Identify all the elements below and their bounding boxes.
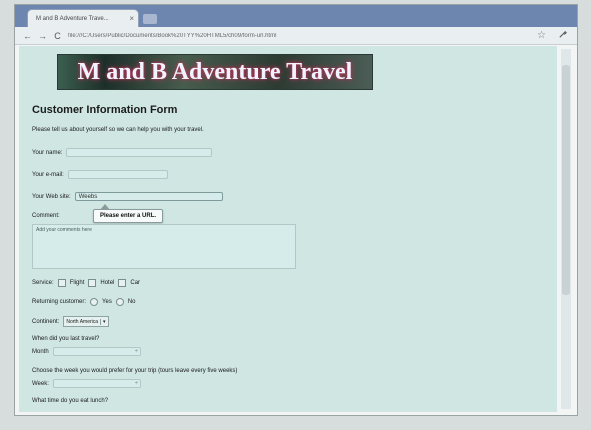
website-label: Your Web site:	[32, 193, 71, 200]
continent-select[interactable]: North America ▾	[63, 316, 109, 327]
week-spinner-icon[interactable]: ÷	[135, 381, 138, 387]
forward-button[interactable]: →	[38, 31, 47, 41]
last-travel-label: When did you last travel?	[32, 336, 100, 342]
reload-button[interactable]: C	[53, 31, 62, 41]
service-label: Service:	[32, 280, 54, 286]
close-icon[interactable]: ×	[129, 14, 134, 23]
scrollbar-thumb[interactable]	[562, 65, 570, 295]
month-spinner-icon[interactable]: ÷	[135, 349, 138, 355]
tab-m-and-b-adventure[interactable]: M and B Adventure Trave... ×	[27, 9, 139, 27]
name-input[interactable]	[66, 148, 213, 157]
returning-no-radio[interactable]	[115, 298, 124, 306]
week-input[interactable]	[52, 379, 141, 388]
star-icon[interactable]: ☆	[537, 30, 546, 41]
service-flight-checkbox[interactable]	[57, 279, 66, 287]
browser-window: M and B Adventure Trave... × ← → C file:…	[14, 4, 578, 416]
continent-label: Continent:	[32, 318, 60, 325]
name-label: Your name:	[32, 149, 63, 156]
validation-tooltip: Please enter a URL.	[93, 204, 164, 223]
page-heading: Customer Information Form	[32, 104, 178, 116]
email-input[interactable]	[67, 170, 168, 179]
lunch-question-label: What time do you eat lunch?	[32, 398, 109, 404]
website-input[interactable]: Weebs	[74, 192, 223, 201]
url-field[interactable]: file:///C:/Users/Public/Documents/Book%2…	[68, 33, 388, 39]
week-row: Week: ÷	[32, 379, 141, 388]
service-hotel-checkbox[interactable]	[88, 279, 97, 287]
email-label: Your e-mail:	[32, 171, 64, 178]
name-row: Your name:	[32, 148, 213, 157]
comment-label: Comment:	[32, 213, 60, 219]
continent-row: Continent: North America ▾	[32, 316, 109, 327]
returning-yes-label: Yes	[102, 299, 112, 305]
week-question-label: Choose the week you would prefer for you…	[32, 368, 238, 374]
service-flight-label: Flight	[69, 280, 85, 286]
returning-row: Returning customer: Yes No	[32, 298, 136, 306]
month-label: Month	[32, 348, 49, 355]
returning-yes-radio[interactable]	[90, 298, 99, 306]
returning-no-label: No	[127, 299, 136, 305]
week-label: Week:	[32, 380, 49, 387]
page-content: M and B Adventure Travel Customer Inform…	[19, 46, 557, 412]
website-row: Your Web site: Weebs	[32, 192, 223, 201]
continent-selected: North America	[66, 318, 99, 325]
new-tab-button[interactable]	[143, 14, 157, 24]
email-row: Your e-mail:	[32, 170, 168, 179]
tab-label: M and B Adventure Trave...	[36, 15, 109, 22]
chevron-down-icon: ▾	[100, 318, 106, 325]
comment-textarea[interactable]: Add your comments here	[32, 224, 296, 269]
service-car-label: Car	[130, 280, 141, 286]
month-row: Month ÷	[32, 347, 141, 356]
intro-text: Please tell us about yourself so we can …	[32, 127, 204, 133]
returning-label: Returning customer:	[32, 299, 87, 305]
month-input[interactable]	[52, 347, 141, 356]
service-car-checkbox[interactable]	[118, 279, 127, 287]
back-button[interactable]: ←	[23, 31, 32, 41]
service-hotel-label: Hotel	[100, 280, 115, 286]
service-row: Service: Flight Hotel Car	[32, 279, 140, 287]
site-banner: M and B Adventure Travel	[57, 54, 373, 90]
address-bar: ← → C file:///C:/Users/Public/Documents/…	[15, 27, 577, 45]
wrench-icon[interactable]	[558, 30, 567, 41]
